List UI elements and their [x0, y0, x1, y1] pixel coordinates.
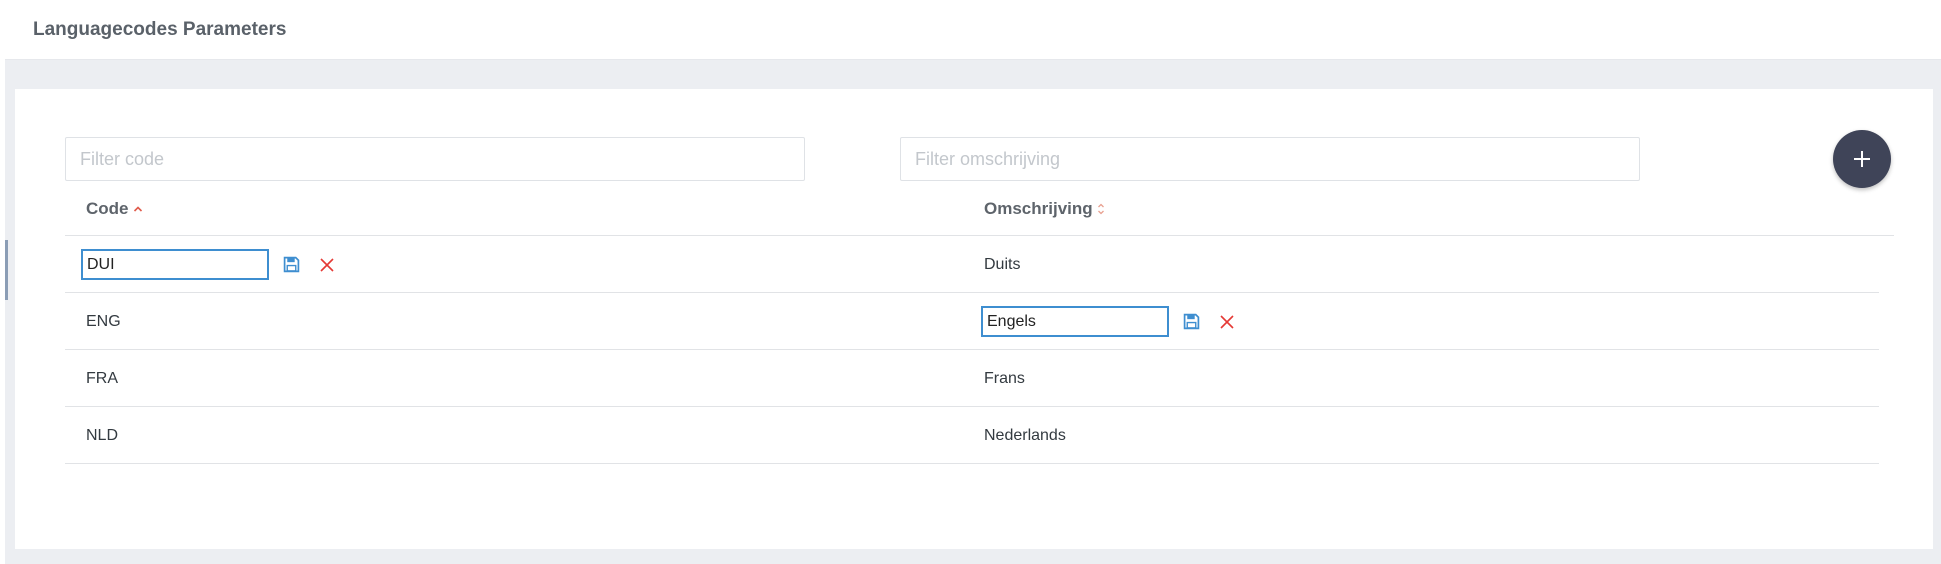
table-row: FRA Frans: [65, 350, 1879, 407]
column-header-description[interactable]: Omschrijving: [984, 199, 1105, 219]
code-edit-input[interactable]: [81, 249, 269, 280]
table-row: ENG: [65, 293, 1879, 350]
filter-description-input[interactable]: [900, 137, 1640, 181]
description-edit-group: [981, 306, 1238, 337]
sort-both-icon: [1097, 202, 1105, 216]
parameters-card: Code Omschrijving Duits: [15, 89, 1933, 549]
description-cell: Duits: [984, 256, 1021, 273]
column-header-code-label: Code: [86, 199, 129, 218]
save-icon[interactable]: [1180, 311, 1202, 333]
column-header-code[interactable]: Code: [86, 199, 143, 219]
cancel-icon[interactable]: [1216, 311, 1238, 333]
page: Languagecodes Parameters Code Omschrijvi…: [5, 3, 1941, 564]
left-edge-marker: [5, 240, 8, 300]
code-cell: ENG: [86, 313, 121, 330]
cancel-icon[interactable]: [316, 254, 338, 276]
column-header-description-label: Omschrijving: [984, 199, 1093, 218]
page-title: Languagecodes Parameters: [33, 19, 287, 40]
table-row: Duits: [65, 236, 1879, 293]
description-cell: Nederlands: [984, 427, 1066, 444]
page-header: Languagecodes Parameters: [5, 3, 1941, 60]
add-button[interactable]: [1833, 130, 1891, 188]
save-icon[interactable]: [280, 254, 302, 276]
filter-code-input[interactable]: [65, 137, 805, 181]
code-edit-group: [81, 249, 338, 280]
description-cell: Frans: [984, 370, 1025, 387]
sort-asc-icon: [133, 205, 143, 213]
code-cell: FRA: [86, 370, 118, 387]
description-edit-input[interactable]: [981, 306, 1169, 337]
code-cell: NLD: [86, 427, 119, 444]
table-row: NLD Nederlands: [65, 407, 1879, 464]
